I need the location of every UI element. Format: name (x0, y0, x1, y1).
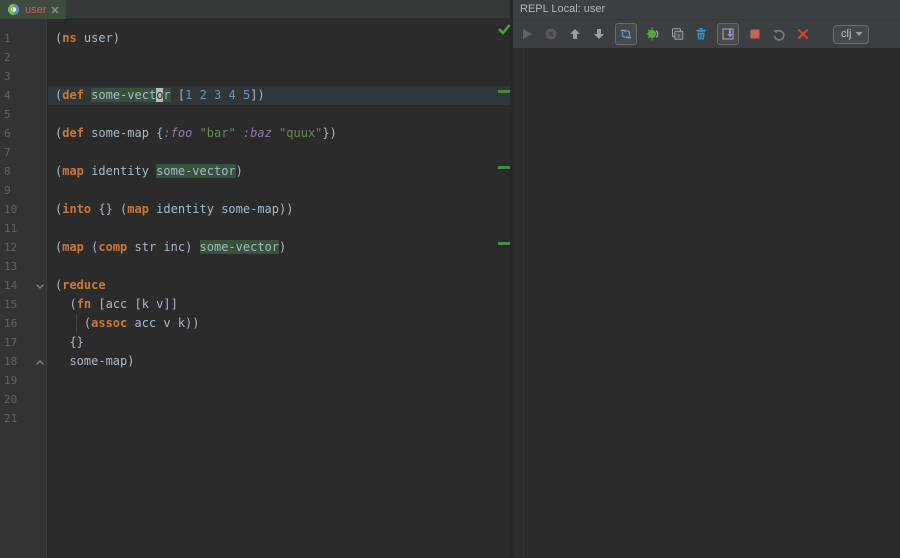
line-number: 6 (0, 124, 46, 143)
line-number: 16 (0, 314, 46, 333)
line-number: 19 (0, 371, 46, 390)
line-number: 12 (0, 238, 46, 257)
code-line[interactable]: some-map) (48, 352, 497, 371)
refresh-namespaces-icon[interactable] (645, 26, 661, 42)
line-number: 5 (0, 105, 46, 124)
line-number: 17 (0, 333, 46, 352)
change-mark (498, 90, 510, 93)
line-number: 15 (0, 295, 46, 314)
code-line[interactable]: (map (comp str inc) some-vector) (48, 238, 497, 257)
editor-tab-bar: user (0, 0, 511, 19)
repl-header-title: REPL Local: user (513, 0, 900, 19)
editor-body: 123456789101112131415161718192021 (ns us… (0, 19, 511, 558)
code-line[interactable]: (fn [acc [k v]] (48, 295, 497, 314)
line-number: 10 (0, 200, 46, 219)
scroll-to-end-toggle[interactable] (717, 23, 739, 45)
line-number: 11 (0, 219, 46, 238)
execute-icon[interactable] (519, 26, 535, 42)
line-number: 1 (0, 29, 46, 48)
code-line[interactable]: (reduce (48, 276, 497, 295)
interrupt-icon[interactable] (543, 26, 559, 42)
line-number: 3 (0, 67, 46, 86)
code-line[interactable] (48, 143, 497, 162)
clear-output-icon[interactable] (693, 26, 709, 42)
code-line[interactable]: (map identity some-vector) (48, 162, 497, 181)
reconnect-icon[interactable] (771, 26, 787, 42)
tab-label: user (25, 4, 46, 16)
tab-close-icon[interactable] (51, 6, 59, 14)
stop-icon[interactable] (747, 26, 763, 42)
line-number: 21 (0, 409, 46, 428)
code-line[interactable]: (def some-map {:foo "bar" :baz "quux"}) (48, 124, 497, 143)
code-line[interactable] (48, 105, 497, 124)
fold-end-icon[interactable] (35, 357, 46, 365)
code-line[interactable] (48, 181, 497, 200)
code-line[interactable] (48, 390, 497, 409)
line-number: 9 (0, 181, 46, 200)
code-line[interactable] (48, 219, 497, 238)
editor-gutter: 123456789101112131415161718192021 (0, 19, 47, 558)
code-line[interactable]: (ns user) (48, 29, 497, 48)
ide-window: user 123456789101112131415161718192021 (… (0, 0, 900, 558)
copy-result-icon[interactable]: s (669, 26, 685, 42)
code-lines: (ns user) (def some-vector [1 2 3 4 5]) (d… (48, 19, 497, 558)
svg-text:s: s (677, 32, 681, 40)
clojure-file-icon (7, 3, 20, 16)
history-next-icon[interactable] (591, 26, 607, 42)
line-number: 7 (0, 143, 46, 162)
repl-pane: REPL Local: user (513, 0, 900, 558)
code-line[interactable] (48, 67, 497, 86)
repl-content-gutter-line (523, 48, 524, 558)
show-repl-editor-toggle[interactable] (615, 23, 637, 45)
indent-guide (76, 314, 77, 333)
repl-output-area[interactable] (513, 48, 900, 558)
code-line[interactable] (48, 371, 497, 390)
change-mark (498, 166, 510, 169)
line-number: 4 (0, 86, 46, 105)
code-line[interactable]: (into {} (map identity some-map)) (48, 200, 497, 219)
editor-pane: user 123456789101112131415161718192021 (… (0, 0, 511, 558)
chevron-down-icon (855, 31, 863, 37)
code-line[interactable]: {} (48, 333, 497, 352)
repl-mode-select[interactable]: clj (833, 25, 869, 44)
close-repl-icon[interactable] (795, 26, 811, 42)
fold-start-icon[interactable] (35, 281, 46, 289)
error-stripe[interactable] (497, 19, 511, 558)
code-line[interactable]: (assoc acc v k)) (48, 314, 497, 333)
code-line[interactable]: (def some-vector [1 2 3 4 5]) (48, 86, 497, 105)
line-number: 13 (0, 257, 46, 276)
code-line[interactable] (48, 409, 497, 428)
line-number: 20 (0, 390, 46, 409)
repl-mode-value: clj (841, 28, 851, 40)
inspections-ok-icon (497, 22, 511, 38)
code-line[interactable] (48, 257, 497, 276)
tab-user[interactable]: user (0, 0, 66, 19)
line-number: 2 (0, 48, 46, 67)
repl-toolbar: s (513, 19, 900, 48)
line-number: 8 (0, 162, 46, 181)
code-line[interactable] (48, 48, 497, 67)
change-mark (498, 242, 510, 245)
history-previous-icon[interactable] (567, 26, 583, 42)
